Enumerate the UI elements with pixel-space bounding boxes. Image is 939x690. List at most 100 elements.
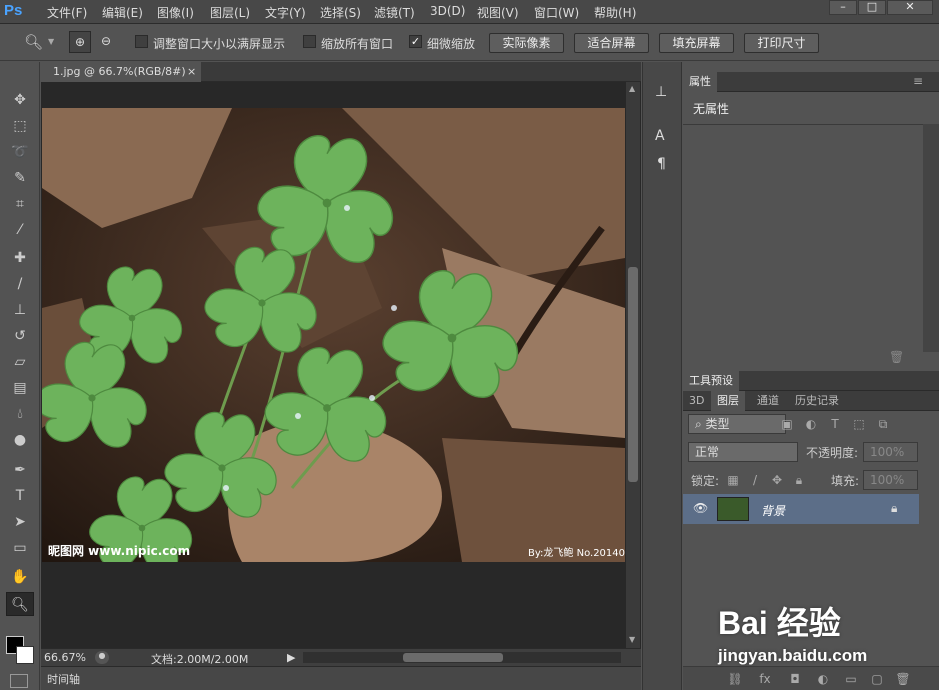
new-layer-icon[interactable]: ▢ [869, 671, 885, 687]
crop-tool-icon[interactable]: ⌗ [6, 192, 34, 216]
stamp-panel-icon[interactable]: ⊥ [655, 84, 673, 104]
layer-thumbnail [717, 497, 749, 521]
baidu-watermark: Bai 经验 [718, 598, 918, 648]
image-filter-icon[interactable]: ▣ [779, 416, 795, 432]
marquee-tool-icon[interactable]: ⬚ [6, 114, 34, 138]
fx-icon[interactable]: fx [757, 671, 773, 687]
vertical-scrollbar[interactable]: ▲ ▼ [626, 82, 640, 648]
scrollbar-thumb[interactable] [628, 267, 638, 482]
lock-move-icon[interactable]: ✥ [769, 472, 785, 488]
hand-tool-icon[interactable]: ✋ [6, 565, 34, 589]
layer-name[interactable]: 背景 [761, 502, 785, 519]
tab-close-icon[interactable]: × [187, 62, 196, 82]
print-size-button[interactable]: 打印尺寸 [744, 33, 819, 53]
eraser-tool-icon[interactable]: ▱ [6, 350, 34, 374]
chevron-down-icon[interactable]: ▼ [48, 37, 54, 46]
tab-properties[interactable]: 属性 [683, 72, 717, 92]
shape-tool-icon[interactable]: ▭ [6, 536, 34, 560]
tab-channels[interactable]: 通道 [751, 391, 785, 411]
layer-filter-select[interactable]: ⌕ 类型 [688, 414, 786, 434]
dodge-tool-icon[interactable]: ● [6, 428, 34, 452]
quick-select-tool-icon[interactable]: ✎ [6, 166, 34, 190]
menu-help[interactable]: 帮助(H) [594, 4, 636, 21]
history-brush-icon[interactable]: ↺ [6, 324, 34, 348]
panel-menu-icon[interactable]: ≡ [913, 74, 923, 88]
close-button[interactable]: ✕ [887, 0, 933, 15]
fit-screen-button[interactable]: 适合屏幕 [574, 33, 649, 53]
zoom-tool-icon[interactable]: 🔍︎ [24, 33, 43, 51]
properties-scrollbar[interactable] [923, 124, 939, 352]
path-select-icon[interactable]: ➤ [6, 510, 34, 534]
zoom-tool-selected-icon[interactable]: 🔍︎ [6, 592, 34, 616]
blur-tool-icon[interactable]: 💧︎ [6, 402, 34, 426]
tab-tool-presets[interactable]: 工具预设 [683, 371, 739, 391]
pen-tool-icon[interactable]: ✒ [6, 458, 34, 482]
scroll-up-icon[interactable]: ▲ [629, 84, 635, 93]
menu-edit[interactable]: 编辑(E) [102, 4, 143, 21]
menu-select[interactable]: 选择(S) [320, 4, 361, 21]
blend-mode-select[interactable]: 正常 [688, 442, 798, 462]
app-logo: Ps [4, 2, 23, 19]
minimize-button[interactable]: – [829, 0, 857, 15]
zoom-level[interactable]: 66.67% [44, 651, 86, 664]
trash-icon[interactable]: 🗑︎ [889, 350, 904, 364]
menu-file[interactable]: 文件(F) [47, 4, 87, 21]
shape-filter-icon[interactable]: ⬚ [851, 416, 867, 432]
lock-all-icon[interactable]: 🔒︎ [791, 472, 807, 488]
fill-input[interactable]: 100% [863, 470, 918, 490]
gradient-tool-icon[interactable]: ▤ [6, 376, 34, 400]
visibility-eye-icon[interactable]: 👁︎ [693, 501, 708, 515]
add-mask-icon[interactable]: ◘ [787, 671, 803, 687]
stamp-tool-icon[interactable]: ⊥ [6, 298, 34, 322]
layer-lock-icon: 🔒︎ [891, 501, 898, 515]
tab-history[interactable]: 历史记录 [789, 391, 845, 411]
actual-pixels-button[interactable]: 实际像素 [489, 33, 564, 53]
scrubby-zoom-checkbox[interactable]: ✓ [409, 35, 422, 48]
adjust-filter-icon[interactable]: ◐ [803, 416, 819, 432]
properties-header: 属性 ≡ [683, 72, 939, 92]
character-panel-icon[interactable]: A [655, 128, 673, 148]
quick-mask-icon[interactable] [10, 674, 28, 688]
delete-layer-icon[interactable]: 🗑︎ [895, 671, 911, 687]
horizontal-scrollbar[interactable] [303, 652, 621, 663]
menu-image[interactable]: 图像(I) [157, 4, 194, 21]
type-tool-icon[interactable]: T [6, 484, 34, 508]
status-info-icon[interactable]: ● [95, 651, 109, 664]
zoom-all-checkbox[interactable] [303, 35, 316, 48]
maximize-button[interactable]: □ [858, 0, 886, 15]
smart-filter-icon[interactable]: ⧉ [875, 416, 891, 432]
layer-row-background[interactable]: 👁︎ 背景 🔒︎ [683, 494, 919, 524]
menu-filter[interactable]: 滤镜(T) [374, 4, 415, 21]
zoom-out-icon[interactable]: ⊖ [95, 31, 117, 53]
adjustment-layer-icon[interactable]: ◐ [815, 671, 831, 687]
status-menu-arrow-icon[interactable]: ▶ [287, 651, 295, 664]
zoom-in-icon[interactable]: ⊕ [69, 31, 91, 53]
fill-screen-button[interactable]: 填充屏幕 [659, 33, 734, 53]
scroll-down-icon[interactable]: ▼ [629, 635, 635, 644]
opacity-input[interactable]: 100% [863, 442, 918, 462]
lasso-tool-icon[interactable]: ➰ [6, 140, 34, 164]
healing-brush-icon[interactable]: ✚ [6, 246, 34, 270]
tab-3d[interactable]: 3D [683, 391, 710, 411]
menu-layer[interactable]: 图层(L) [210, 4, 250, 21]
link-layers-icon[interactable]: ⛓ [727, 671, 743, 687]
type-filter-icon[interactable]: T [827, 416, 843, 432]
paragraph-panel-icon[interactable]: ¶ [657, 156, 675, 176]
menu-type[interactable]: 文字(Y) [265, 4, 306, 21]
menu-3d[interactable]: 3D(D) [430, 4, 465, 18]
tab-layers[interactable]: 图层 [711, 391, 745, 411]
document-tab[interactable]: 1.jpg @ 66.7%(RGB/8#) × [41, 62, 201, 82]
lock-paint-icon[interactable]: / [747, 472, 763, 488]
menu-window[interactable]: 窗口(W) [534, 4, 579, 21]
menu-view[interactable]: 视图(V) [477, 4, 519, 21]
lock-transparent-icon[interactable]: ▦ [725, 472, 741, 488]
eyedropper-tool-icon[interactable]: ⁄ [6, 218, 34, 242]
new-group-icon[interactable]: ▭ [843, 671, 859, 687]
background-color-swatch[interactable] [16, 646, 34, 664]
resize-windows-checkbox[interactable] [135, 35, 148, 48]
timeline-tab[interactable]: 时间轴 [47, 671, 80, 687]
brush-tool-icon[interactable]: / [6, 272, 34, 296]
move-tool-icon[interactable]: ✥ [6, 88, 34, 112]
h-scrollbar-thumb[interactable] [403, 653, 503, 662]
image-canvas[interactable]: 昵图网 www.nipic.com By:龙飞鲍 No.20140 [42, 108, 625, 562]
